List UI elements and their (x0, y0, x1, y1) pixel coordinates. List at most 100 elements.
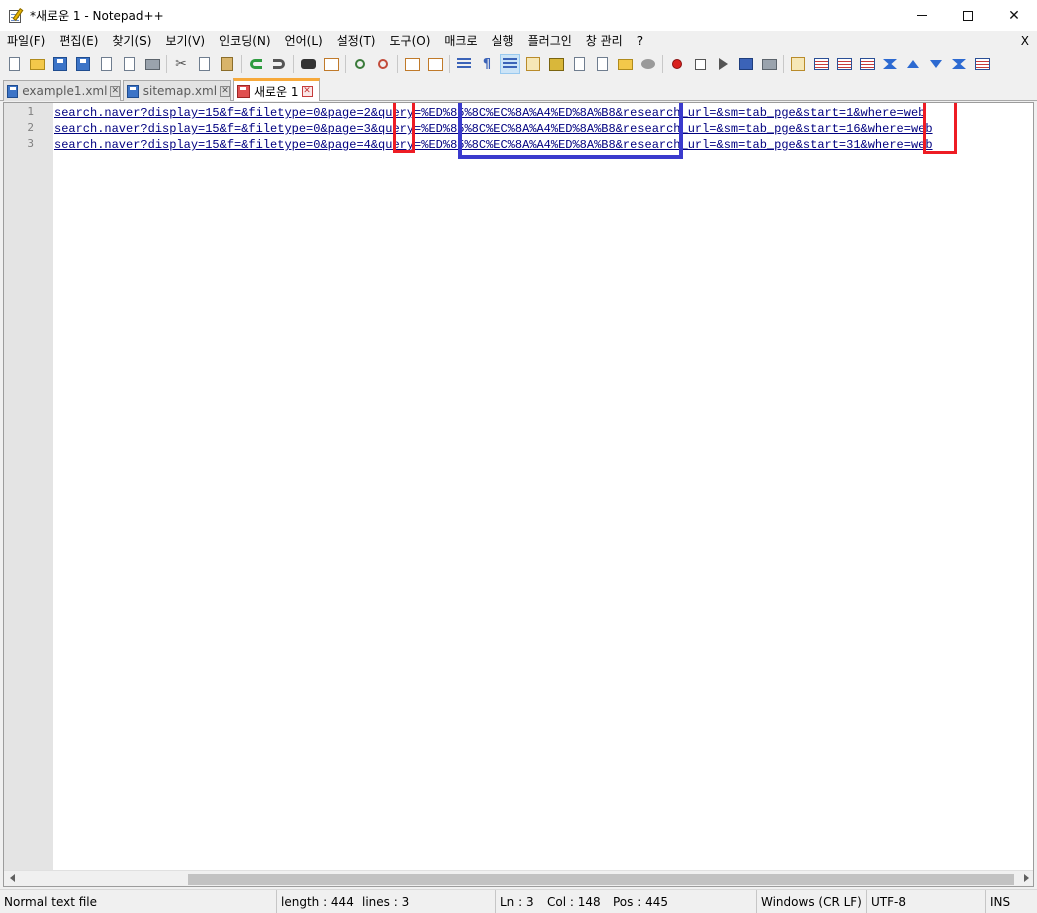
word-wrap-button[interactable] (454, 54, 474, 74)
horizontal-scrollbar[interactable] (4, 870, 1033, 886)
tab-new-1[interactable]: 새로운 1 ✕ (233, 78, 320, 101)
line-number: 2 (27, 121, 34, 134)
close-all-icon (123, 57, 135, 71)
last-diff-icon (952, 59, 966, 69)
close-window-button[interactable]: ✕ (991, 0, 1037, 31)
status-encoding: UTF-8 (866, 890, 906, 913)
scroll-left-icon[interactable] (10, 874, 15, 882)
menu-macro[interactable]: 매크로 (437, 31, 484, 51)
record-macro-button[interactable] (667, 54, 687, 74)
title-bar: *새로운 1 - Notepad++ ✕ (0, 0, 1037, 31)
menu-window[interactable]: 창 관리 (579, 31, 630, 51)
plugin-button-2[interactable] (811, 54, 831, 74)
indent-guide-icon (503, 58, 517, 70)
scrollbar-thumb[interactable] (188, 874, 1014, 885)
menu-edit[interactable]: 편집(E) (52, 31, 105, 51)
tab-label: sitemap.xml (142, 84, 218, 98)
toolbar-separator (293, 55, 294, 73)
document-map-button[interactable] (546, 54, 566, 74)
scroll-right-icon[interactable] (1024, 874, 1029, 882)
run-macro-multiple-button[interactable] (736, 54, 756, 74)
udl-button[interactable] (523, 54, 543, 74)
indent-guide-button[interactable] (500, 54, 520, 74)
menu-view[interactable]: 보기(V) (158, 31, 212, 51)
stop-macro-button[interactable] (690, 54, 710, 74)
menu-help[interactable]: ? (630, 31, 650, 51)
minimize-button[interactable] (899, 0, 945, 31)
redo-button[interactable] (269, 54, 289, 74)
maximize-icon (963, 10, 973, 21)
tab-close-icon[interactable]: ✕ (110, 85, 120, 97)
status-column: Col : 148 (547, 895, 601, 909)
sync-vertical-icon (404, 57, 420, 71)
new-file-button[interactable] (4, 54, 24, 74)
replace-button[interactable] (321, 54, 341, 74)
close-button[interactable] (96, 54, 116, 74)
cut-button[interactable]: ✂ (171, 54, 191, 74)
maximize-button[interactable] (945, 0, 991, 31)
status-position: Pos : 445 (613, 895, 668, 909)
page-param-highlight (393, 103, 415, 153)
play-macro-button[interactable] (713, 54, 733, 74)
text-editor[interactable]: 1 2 3 search.naver?display=15&f=&filetyp… (3, 102, 1034, 887)
toolbar-separator (166, 55, 167, 73)
close-document-button[interactable]: X (1021, 31, 1029, 51)
paste-button[interactable] (217, 54, 237, 74)
sync-vertical-button[interactable] (402, 54, 422, 74)
menu-run[interactable]: 실행 (485, 31, 521, 51)
menu-tools[interactable]: 도구(O) (383, 31, 438, 51)
zoom-in-button[interactable] (350, 54, 370, 74)
menu-plugins[interactable]: 플러그인 (521, 31, 579, 51)
menu-encoding[interactable]: 인코딩(N) (212, 31, 277, 51)
folder-workspace-button[interactable] (615, 54, 635, 74)
zoom-out-button[interactable] (373, 54, 393, 74)
plugin-button-3[interactable] (834, 54, 854, 74)
compare-panel-button[interactable] (972, 54, 992, 74)
plugin-button-4[interactable] (857, 54, 877, 74)
save-macro-button[interactable] (759, 54, 779, 74)
query-param-highlight (458, 103, 683, 159)
show-all-chars-button[interactable]: ¶ (477, 54, 497, 74)
tab-sitemap-xml[interactable]: sitemap.xml ✕ (123, 80, 231, 101)
save-button[interactable] (50, 54, 70, 74)
tab-example1-xml[interactable]: example1.xml ✕ (3, 80, 121, 101)
scissors-icon: ✂ (175, 56, 187, 72)
menu-file[interactable]: 파일(F) (0, 31, 52, 51)
close-all-button[interactable] (119, 54, 139, 74)
status-lines: lines : 3 (362, 895, 410, 909)
open-folder-icon (29, 58, 45, 70)
zoom-in-icon (355, 59, 365, 69)
function-list-button[interactable] (592, 54, 612, 74)
window-controls: ✕ (899, 0, 1037, 31)
print-button[interactable] (142, 54, 162, 74)
monitoring-icon (641, 59, 655, 69)
menu-language[interactable]: 언어(L) (278, 31, 330, 51)
new-file-icon (8, 57, 20, 71)
toolbar-separator (449, 55, 450, 73)
last-diff-button[interactable] (949, 54, 969, 74)
stop-icon (694, 58, 706, 70)
document-list-button[interactable] (569, 54, 589, 74)
next-diff-button[interactable] (926, 54, 946, 74)
prev-diff-button[interactable] (903, 54, 923, 74)
open-file-button[interactable] (27, 54, 47, 74)
tab-close-icon[interactable]: ✕ (301, 85, 313, 97)
menu-settings[interactable]: 설정(T) (330, 31, 383, 51)
compare-next-icon (859, 58, 875, 70)
plugin-button-1[interactable] (788, 54, 808, 74)
find-button[interactable] (298, 54, 318, 74)
sync-horizontal-button[interactable] (425, 54, 445, 74)
tab-label: example1.xml (22, 84, 108, 98)
toolbar-separator (241, 55, 242, 73)
code-area[interactable]: search.naver?display=15&f=&filetype=0&pa… (54, 103, 1033, 871)
save-all-button[interactable] (73, 54, 93, 74)
menu-search[interactable]: 찾기(S) (105, 31, 158, 51)
first-diff-button[interactable] (880, 54, 900, 74)
toolbar-separator (345, 55, 346, 73)
saved-file-icon (127, 84, 139, 98)
monitoring-button[interactable] (638, 54, 658, 74)
start-param-highlight (923, 103, 957, 154)
undo-button[interactable] (246, 54, 266, 74)
tab-close-icon[interactable]: ✕ (220, 85, 230, 97)
copy-button[interactable] (194, 54, 214, 74)
